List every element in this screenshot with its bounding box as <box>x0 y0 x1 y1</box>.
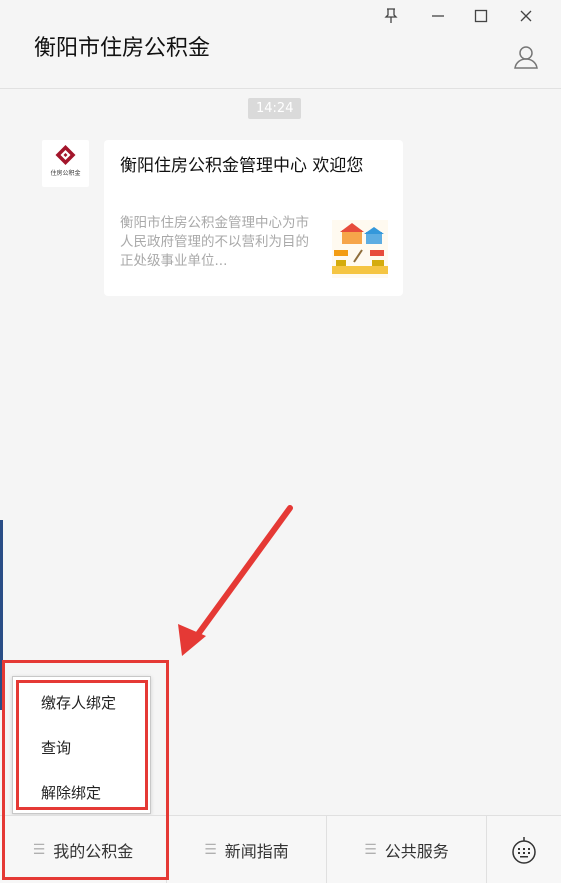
menu-icon: ☰ <box>364 841 377 858</box>
bottom-menu-bar: ☰ 我的公积金 ☰ 新闻指南 ☰ 公共服务 <box>0 815 561 883</box>
tab-label: 新闻指南 <box>224 841 289 861</box>
menu-item-unbind[interactable]: 解除绑定 <box>41 782 101 803</box>
tab-public-service[interactable]: ☰ 公共服务 <box>327 816 487 883</box>
tab-label: 我的公积金 <box>53 841 134 861</box>
keyboard-icon <box>512 836 536 864</box>
menu-item-bind-depositor[interactable]: 缴存人绑定 <box>41 692 116 713</box>
menu-icon: ☰ <box>32 841 46 858</box>
tab-label: 公共服务 <box>384 841 449 861</box>
menu-item-query[interactable]: 查询 <box>41 737 71 758</box>
keyboard-toggle-button[interactable] <box>487 816 561 883</box>
tab-my-fund[interactable]: ☰ 我的公积金 <box>0 816 167 883</box>
chat-window: 衡阳市住房公积金 14:24 住房公积金 衡阳住房公积金管理中心 欢迎您 衡阳市… <box>0 0 561 883</box>
tab-news-guide[interactable]: ☰ 新闻指南 <box>167 816 327 883</box>
menu-icon: ☰ <box>204 841 217 858</box>
submenu-popup: 缴存人绑定 查询 解除绑定 <box>12 676 151 814</box>
